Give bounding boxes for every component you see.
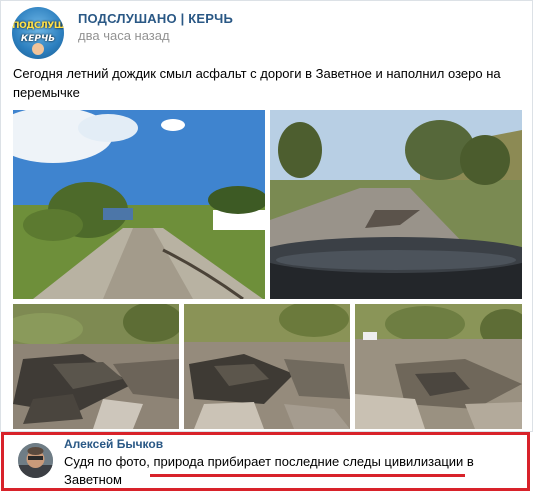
comment-author-link[interactable]: Алексей Бычков — [64, 437, 163, 451]
post-photo-1[interactable] — [13, 110, 265, 299]
avatar-ear-icon — [32, 43, 44, 55]
commenter-avatar[interactable] — [18, 443, 53, 478]
group-name-link[interactable]: ПОДСЛУШАНО | КЕРЧЬ — [78, 11, 233, 26]
post-timestamp[interactable]: два часа назад — [78, 28, 170, 43]
post-card: ПОДСЛУШАНО КЕРЧЬ ПОДСЛУШАНО | КЕРЧЬ два … — [0, 0, 533, 432]
avatar-logo-text: ПОДСЛУШАНО — [12, 21, 64, 31]
post-photo-3[interactable] — [13, 304, 179, 429]
comment-highlight-box: Алексей Бычков Судя по фото, природа при… — [1, 432, 530, 491]
post-photo-4[interactable] — [184, 304, 350, 429]
post-photo-2[interactable] — [270, 110, 522, 299]
post-text: Сегодня летний дождик смыл асфальт с дор… — [13, 66, 501, 100]
highlight-underline — [150, 474, 465, 477]
comment-text: Судя по фото, природа прибирает последни… — [64, 454, 474, 487]
group-avatar[interactable]: ПОДСЛУШАНО КЕРЧЬ — [12, 7, 64, 59]
post-photo-5[interactable] — [355, 304, 522, 429]
